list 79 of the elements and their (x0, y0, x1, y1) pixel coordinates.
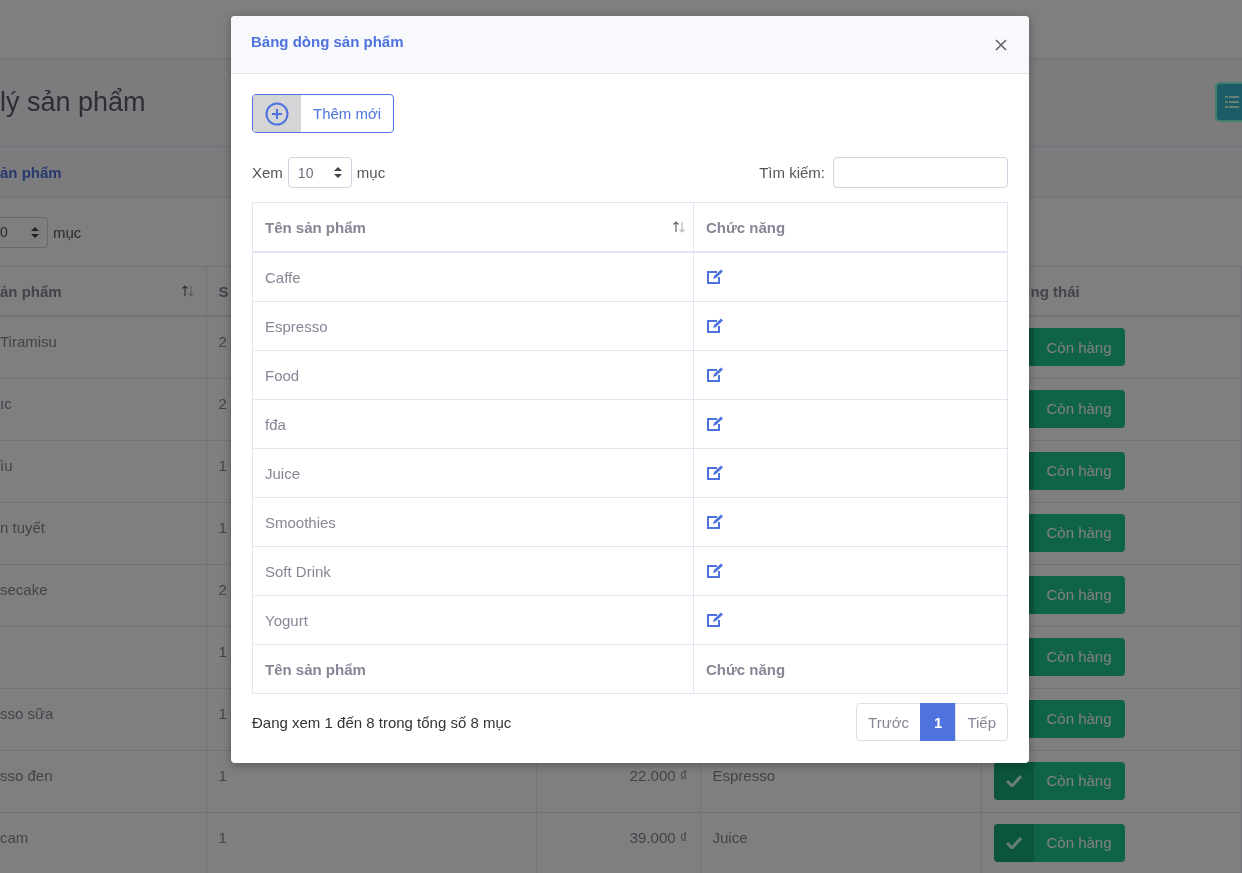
check-icon (1005, 836, 1022, 849)
entries-select[interactable]: 10 (287, 157, 352, 188)
edit-icon (706, 563, 724, 579)
sort-icon[interactable] (673, 220, 685, 233)
table-cell: Juice (712, 828, 748, 846)
close-button[interactable] (993, 36, 1009, 53)
edit-icon (706, 318, 724, 334)
status-button[interactable]: Còn hàng (993, 761, 1125, 800)
edit-button[interactable] (706, 367, 724, 383)
page-button[interactable]: 1 (920, 703, 957, 741)
previous-page-button[interactable]: Trước (856, 703, 922, 741)
column-header: ản phẩm (0, 282, 62, 300)
table-cell: 1 (218, 704, 227, 722)
edit-button[interactable] (706, 612, 724, 628)
sort-icon[interactable] (181, 284, 194, 297)
select-arrows-icon (333, 167, 342, 178)
table-cell: 39.000 ₫ (629, 828, 688, 846)
search-label: Tìm kiếm: (759, 164, 825, 181)
edit-button[interactable] (706, 269, 724, 285)
edit-button[interactable] (706, 318, 724, 334)
entries-label: mục (53, 223, 82, 241)
table-cell: 1 (218, 828, 227, 846)
table-cell: Espresso (265, 317, 328, 335)
add-button[interactable]: Thêm mới (252, 94, 395, 133)
column-footer: Tên sản phẩm (265, 660, 366, 678)
table-cell: Soft Drink (265, 562, 331, 580)
status-button[interactable]: Còn hàng (993, 823, 1125, 862)
table-cell: Smoothies (265, 513, 336, 531)
table-cell: Espresso (712, 766, 776, 784)
table-cell: sso đen (0, 766, 53, 784)
table-cell: Food (265, 366, 300, 384)
select-arrows-icon (31, 226, 39, 238)
table-cell: 2 (218, 580, 227, 598)
modal-title: Bảng dòng sản phẩm (251, 32, 404, 50)
column-header: Chức năng (706, 218, 786, 236)
table-cell: Tiramisu (0, 333, 57, 350)
edit-icon (706, 465, 724, 481)
column-header: S (218, 282, 229, 300)
table-cell: n tuyết (0, 518, 46, 536)
table-cell: ıc (0, 394, 12, 412)
column-footer: Chức năng (706, 660, 786, 678)
column-header: Tên sản phẩm (265, 218, 366, 236)
entries-select[interactable]: 0 (0, 216, 48, 248)
table-cell: cam (0, 828, 29, 846)
table-info: Đang xem 1 đến 8 trong tổng số 8 mục (252, 713, 512, 731)
entries-label: mục (356, 164, 386, 181)
table-cell: 22.000 ₫ (629, 766, 688, 784)
table-cell: 1 (218, 642, 227, 660)
check-icon (1005, 774, 1022, 787)
column-header: ng thái (1030, 282, 1080, 300)
table-cell: 1 (218, 518, 227, 536)
table-cell: Caffe (265, 268, 301, 286)
table-cell: sso sữa (0, 704, 54, 722)
table-cell: Yogurt (265, 611, 308, 629)
show-label: Xem (252, 164, 283, 181)
next-page-button[interactable]: Tiếp (955, 703, 1008, 741)
edit-icon (706, 367, 724, 383)
table-cell: fđa (265, 415, 286, 433)
table-cell: secake (0, 580, 48, 598)
table-cell: 2 (218, 333, 227, 350)
page-title: lý sản phẩm (0, 86, 146, 118)
list-icon (1225, 95, 1239, 109)
table-cell: 1 (218, 456, 227, 474)
edit-button[interactable] (706, 514, 724, 530)
edit-icon (706, 514, 724, 530)
plus-circle-icon (265, 101, 289, 126)
table-cell: 1 (218, 766, 227, 784)
table-cell: 2 (218, 394, 227, 412)
table-cell: Juice (265, 464, 301, 482)
edit-button[interactable] (706, 563, 724, 579)
table-cell: ìu (0, 456, 13, 474)
edit-button[interactable] (706, 465, 724, 481)
edit-button[interactable] (706, 416, 724, 432)
card-title: ản phẩm (0, 163, 62, 181)
close-icon (995, 38, 1007, 51)
search-field[interactable] (833, 157, 1008, 188)
edit-icon (706, 269, 724, 285)
edit-icon (706, 416, 724, 432)
edit-icon (706, 612, 724, 628)
